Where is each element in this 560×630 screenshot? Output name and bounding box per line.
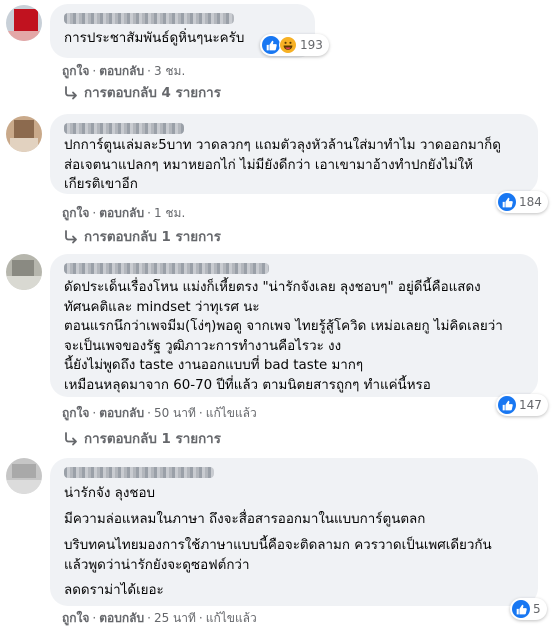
reply-link[interactable]: ตอบกลับ [99, 406, 144, 420]
view-replies-link[interactable]: การตอบกลับ 1 รายการ [64, 226, 221, 247]
reaction-count: 193 [300, 38, 323, 52]
comment-text: ปกการ์ตูนเล่มละ5บาท วาดลวกๆ แถมตัวลุงหัว… [64, 138, 501, 192]
comment-actions: ถูกใจ · ตอบกลับ · 25 นาที · แก้ไขแล้ว [62, 611, 257, 625]
reply-arrow-icon [64, 86, 78, 101]
timestamp[interactable]: 25 นาที [154, 611, 196, 625]
comment-text: ดัดประเด็นเรื่องโหน แม่งก็เหี้ยตรง "น่าร… [64, 280, 503, 393]
like-link[interactable]: ถูกใจ [62, 64, 89, 78]
reply-arrow-icon [64, 230, 78, 245]
comment-paragraph: มีความล่อแหลมในภาษา ถึงจะสื่อสารออกมาในแ… [64, 512, 426, 527]
replies-label: การตอบกลับ 4 รายการ [84, 86, 221, 101]
commenter-avatar[interactable] [6, 458, 42, 494]
commenter-avatar[interactable] [6, 254, 42, 290]
view-replies-link[interactable]: การตอบกลับ 4 รายการ [64, 82, 221, 103]
comment-bubble: น่ารักจัง ลุงชอบ มีความล่อแหลมในภาษา ถึง… [50, 458, 538, 606]
commenter-name[interactable] [64, 13, 234, 24]
timestamp[interactable]: 50 นาที [154, 406, 196, 420]
comment-bubble: ดัดประเด็นเรื่องโหน แม่งก็เหี้ยตรง "น่าร… [50, 254, 538, 397]
reaction-summary[interactable]: 5 [510, 598, 547, 620]
like-icon [498, 193, 516, 211]
reply-link[interactable]: ตอบกลับ [99, 611, 144, 625]
comment-paragraph: บริบทคนไทยมองการใช้ภาษาแบบนี้คือจะติดลาม… [64, 538, 492, 573]
view-replies-link[interactable]: การตอบกลับ 1 รายการ [64, 428, 221, 449]
comment-paragraph: ลดดราม่าได้เยอะ [64, 583, 164, 598]
edited-label[interactable]: แก้ไขแล้ว [206, 611, 257, 625]
timestamp[interactable]: 1 ชม. [154, 206, 185, 220]
commenter-name[interactable] [64, 263, 269, 274]
comment-bubble: ปกการ์ตูนเล่มละ5บาท วาดลวกๆ แถมตัวลุงหัว… [50, 114, 538, 194]
commenter-name[interactable] [64, 123, 184, 134]
like-link[interactable]: ถูกใจ [62, 406, 89, 420]
replies-label: การตอบกลับ 1 รายการ [84, 432, 221, 447]
like-icon [498, 396, 516, 414]
reaction-summary[interactable]: 147 [496, 394, 548, 416]
reaction-count: 5 [533, 602, 541, 616]
like-link[interactable]: ถูกใจ [62, 206, 89, 220]
like-link[interactable]: ถูกใจ [62, 611, 89, 625]
timestamp[interactable]: 3 ชม. [154, 64, 185, 78]
comment-paragraph: น่ารักจัง ลุงชอบ [64, 486, 155, 501]
commenter-avatar[interactable] [6, 5, 42, 41]
comment-text: การประชาสัมพันธ์ดูหิ่นๆนะครับ [64, 31, 245, 46]
like-icon [262, 36, 280, 54]
commenter-name[interactable] [64, 467, 214, 478]
commenter-avatar[interactable] [6, 116, 42, 152]
comment-actions: ถูกใจ · ตอบกลับ · 1 ชม. [62, 206, 186, 220]
reaction-count: 147 [519, 398, 542, 412]
reply-arrow-icon [64, 432, 78, 447]
reaction-count: 184 [519, 195, 542, 209]
comment-actions: ถูกใจ · ตอบกลับ · 3 ชม. [62, 64, 186, 78]
reply-link[interactable]: ตอบกลับ [99, 206, 144, 220]
reaction-summary[interactable]: 184 [496, 191, 548, 213]
replies-label: การตอบกลับ 1 รายการ [84, 230, 221, 245]
reply-link[interactable]: ตอบกลับ [99, 64, 144, 78]
haha-icon [279, 36, 297, 54]
comment-actions: ถูกใจ · ตอบกลับ · 50 นาที · แก้ไขแล้ว [62, 406, 257, 420]
like-icon [512, 600, 530, 618]
reaction-summary[interactable]: 193 [260, 34, 329, 56]
edited-label[interactable]: แก้ไขแล้ว [206, 406, 257, 420]
